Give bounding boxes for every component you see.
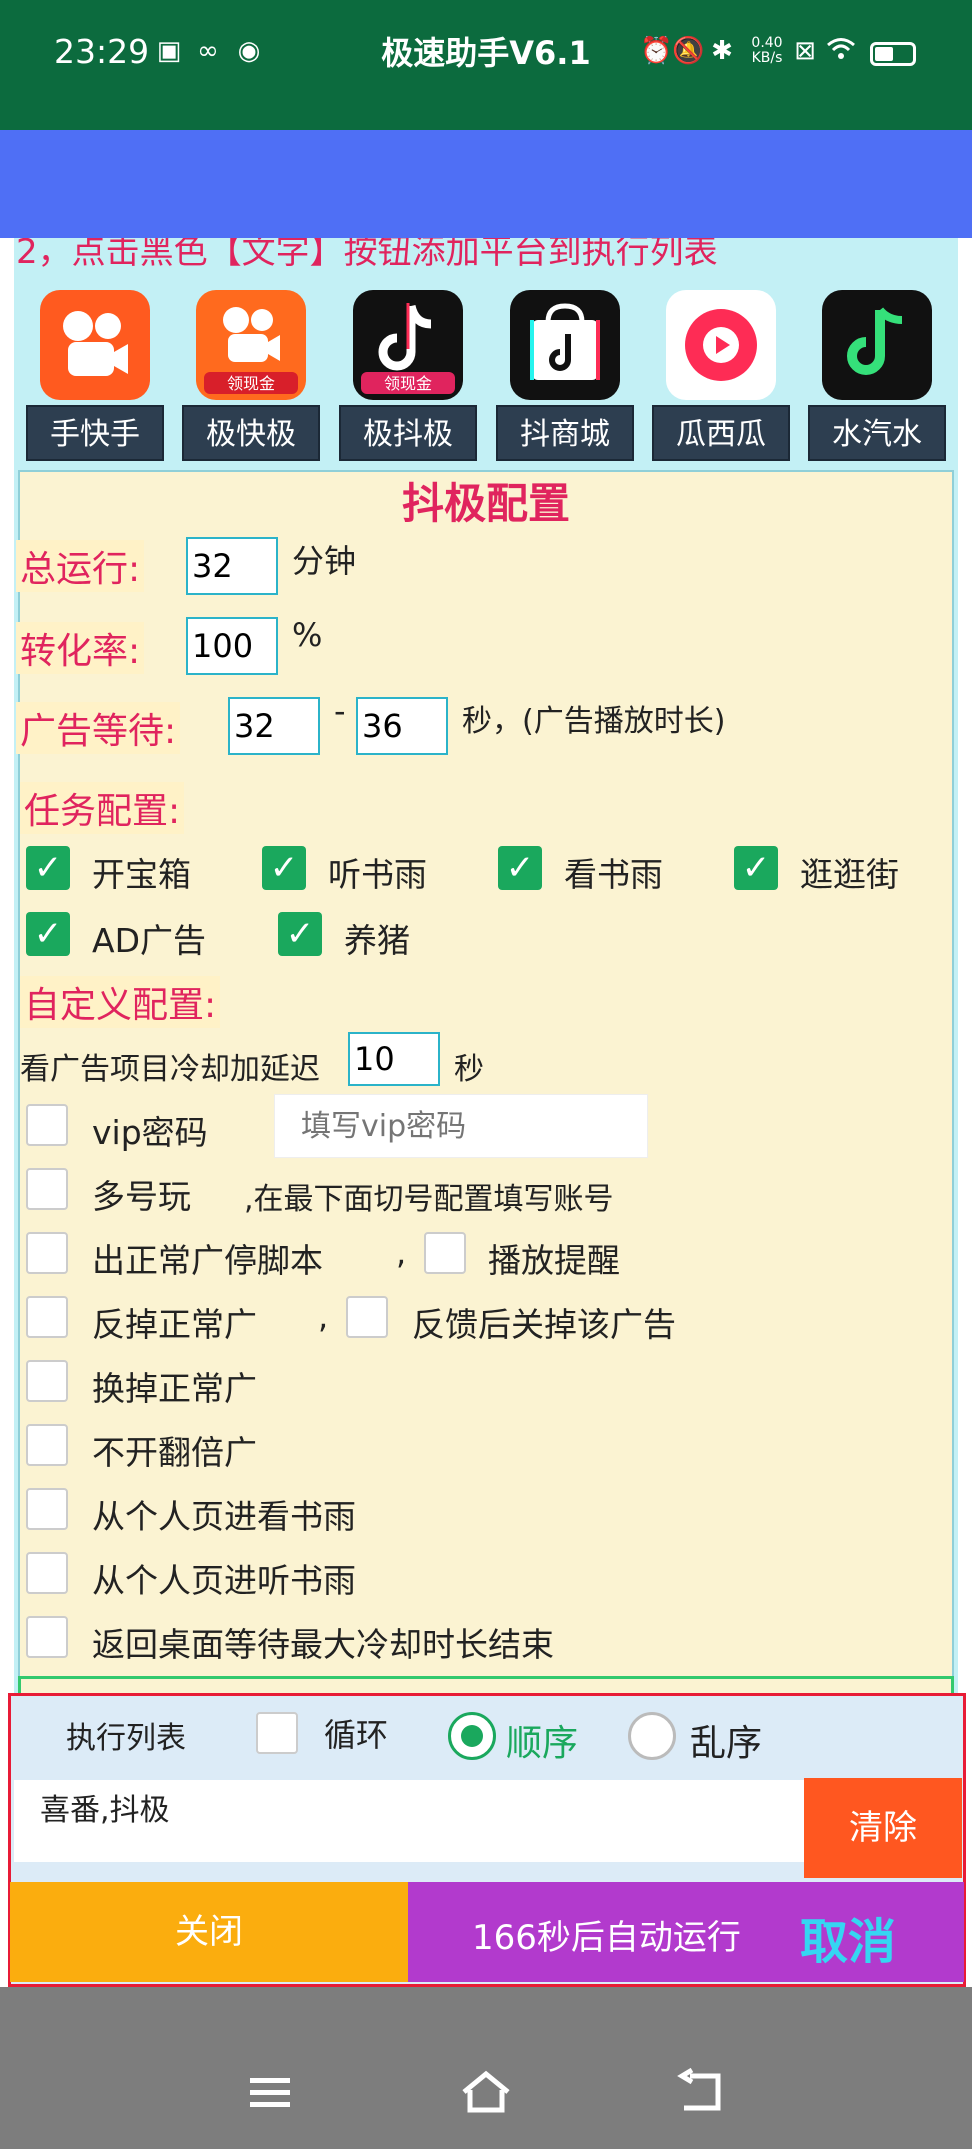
personal-listen-checkbox[interactable] <box>26 1552 68 1594</box>
task-checkbox-raise-pig[interactable]: ✓ <box>278 912 322 956</box>
vip-label: vip密码 <box>92 1113 208 1152</box>
xigua-icon[interactable] <box>666 290 776 400</box>
multi-account-checkbox[interactable] <box>26 1168 68 1210</box>
feedback-close-checkbox[interactable] <box>346 1296 388 1338</box>
task-label-open-box: 开宝箱 <box>92 855 191 894</box>
comma-separator: , <box>396 1234 407 1272</box>
kuaishou-lite-icon[interactable]: 领现金 <box>196 290 306 400</box>
vip-checkbox[interactable] <box>26 1104 68 1146</box>
app-title: 极速助手V6.1 <box>381 34 591 72</box>
no-double-label: 不开翻倍广 <box>92 1433 257 1472</box>
config-title: 抖极配置 <box>401 479 570 528</box>
custom-config-label: 自定义配置: <box>20 976 221 1028</box>
conversion-label: 转化率: <box>16 622 145 674</box>
task-checkbox-listen-book[interactable]: ✓ <box>262 846 306 890</box>
badge-text: 领现金 <box>227 374 275 393</box>
feedback-label: 反掉正常广 <box>92 1305 257 1344</box>
cooldown-input[interactable]: 10 <box>348 1032 440 1086</box>
home-icon[interactable] <box>456 2062 516 2122</box>
multi-account-label: 多号玩 <box>92 1177 191 1216</box>
order-radio[interactable] <box>448 1712 496 1760</box>
app-button-kuaishou-lite[interactable]: 极快极 <box>182 405 320 461</box>
play-remind-label: 播放提醒 <box>488 1241 620 1280</box>
clear-button[interactable]: 清除 <box>804 1778 962 1878</box>
task-label-ad: AD广告 <box>92 921 206 960</box>
task-label-shopping: 逛逛街 <box>800 855 899 894</box>
swap-ad-label: 换掉正常广 <box>92 1369 257 1408</box>
cancel-button[interactable]: 取消 <box>800 1902 896 1972</box>
task-checkbox-ad[interactable]: ✓ <box>26 912 70 956</box>
task-label-listen-book: 听书雨 <box>328 855 427 894</box>
cooldown-label: 看广告项目冷却加延迟 <box>20 1052 320 1087</box>
task-checkbox-shopping[interactable]: ✓ <box>734 846 778 890</box>
personal-listen-label: 从个人页进听书雨 <box>92 1561 356 1600</box>
execution-list-label: 执行列表 <box>66 1721 186 1756</box>
comma-separator: , <box>318 1298 329 1336</box>
total-run-label: 总运行: <box>16 540 145 592</box>
instruction-text: 2，点击黑色【文字】按钮添加平台到执行列表 <box>16 238 718 272</box>
menu-icon[interactable] <box>240 2062 300 2122</box>
next-section-edge <box>18 1676 954 1694</box>
personal-read-label: 从个人页进看书雨 <box>92 1497 356 1536</box>
app-button-douyin-lite[interactable]: 极抖极 <box>339 405 477 461</box>
qishui-music-icon[interactable] <box>822 290 932 400</box>
total-run-input[interactable]: 32 <box>186 537 278 595</box>
conversion-unit: % <box>292 616 323 654</box>
task-label-read-book: 看书雨 <box>564 855 663 894</box>
random-radio[interactable] <box>628 1712 676 1760</box>
vip-password-input[interactable] <box>274 1094 648 1158</box>
back-icon[interactable] <box>672 2062 732 2122</box>
kuaishou-icon[interactable] <box>40 290 150 400</box>
task-checkbox-read-book[interactable]: ✓ <box>498 846 542 890</box>
ad-wait-label: 广告等待: <box>16 702 181 754</box>
feedback-close-label: 反馈后关掉该广告 <box>412 1305 676 1344</box>
app-button-qishui[interactable]: 水汽水 <box>808 405 946 461</box>
execution-list-text: 喜番,抖极 <box>40 1793 170 1828</box>
app-button-douyin-mall[interactable]: 抖商城 <box>496 405 634 461</box>
app-button-xigua[interactable]: 瓜西瓜 <box>652 405 790 461</box>
close-button[interactable]: 关闭 <box>10 1882 408 1982</box>
ad-wait-unit: 秒，(广告播放时长) <box>462 704 726 739</box>
personal-read-checkbox[interactable] <box>26 1488 68 1530</box>
title-bar <box>0 130 972 238</box>
swap-ad-checkbox[interactable] <box>26 1360 68 1402</box>
badge-text: 领现金 <box>384 374 432 393</box>
play-remind-checkbox[interactable] <box>424 1232 466 1274</box>
auto-run-countdown: 166秒后自动运行 <box>472 1918 741 1958</box>
douyin-lite-icon[interactable]: 领现金 <box>353 290 463 400</box>
ad-wait-separator: - <box>334 692 346 730</box>
random-label: 乱序 <box>690 1723 763 1764</box>
no-double-checkbox[interactable] <box>26 1424 68 1466</box>
stop-script-label: 出正常广停脚本 <box>92 1241 323 1280</box>
cooldown-unit: 秒 <box>454 1052 484 1087</box>
multi-account-note: ,在最下面切号配置填写账号 <box>244 1182 614 1217</box>
radio-selected-dot <box>461 1725 483 1747</box>
app-button-kuaishou[interactable]: 手快手 <box>26 405 164 461</box>
total-run-unit: 分钟 <box>292 542 357 580</box>
back-desktop-checkbox[interactable] <box>26 1616 68 1658</box>
back-desktop-label: 返回桌面等待最大冷却时长结束 <box>92 1625 554 1664</box>
douyin-mall-icon[interactable] <box>510 290 620 400</box>
feedback-checkbox[interactable] <box>26 1296 68 1338</box>
task-checkbox-open-box[interactable]: ✓ <box>26 846 70 890</box>
conversion-input[interactable]: 100 <box>186 617 278 675</box>
loop-checkbox[interactable] <box>256 1712 298 1754</box>
order-label: 顺序 <box>506 1723 579 1764</box>
stop-script-checkbox[interactable] <box>26 1232 68 1274</box>
loop-label: 循环 <box>324 1716 389 1754</box>
ad-wait-min-input[interactable]: 32 <box>228 697 320 755</box>
ad-wait-max-input[interactable]: 36 <box>356 697 448 755</box>
task-config-label: 任务配置: <box>20 782 185 834</box>
task-label-raise-pig: 养猪 <box>344 921 410 960</box>
